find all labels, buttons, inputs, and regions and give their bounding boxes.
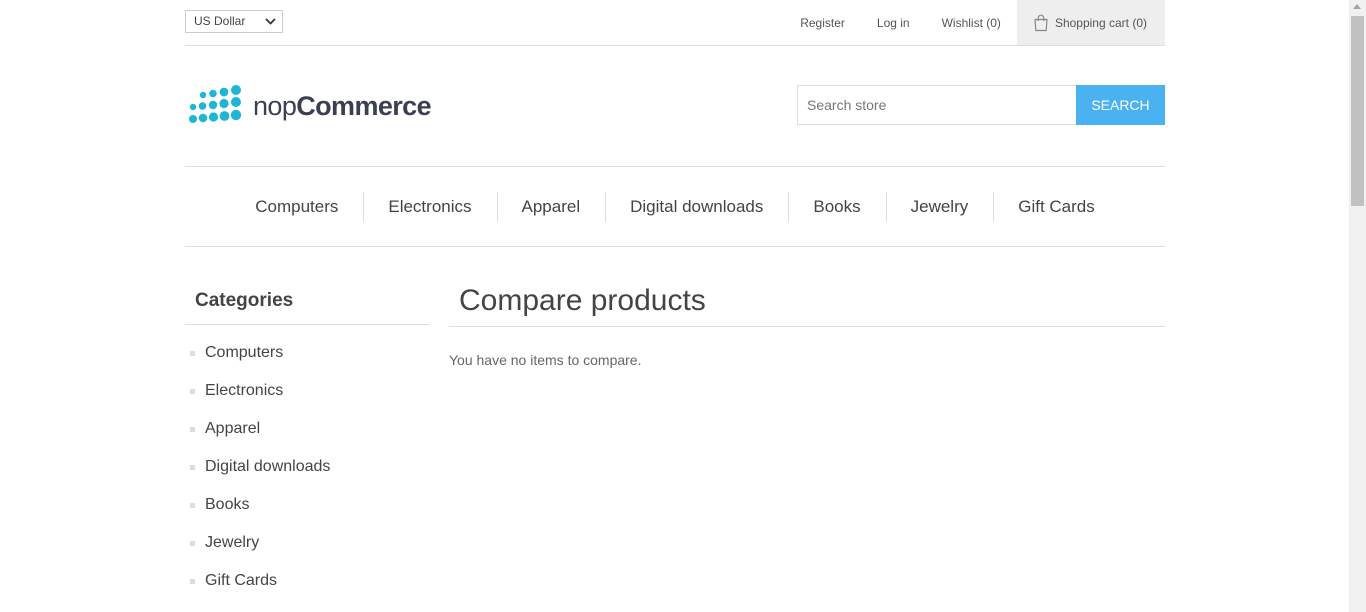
top-menu-item-gift-cards[interactable]: Gift Cards: [993, 191, 1120, 222]
store-logo[interactable]: nopCommerce: [187, 82, 437, 130]
top-menu-item-jewelry[interactable]: Jewelry: [885, 191, 994, 222]
shopping-cart-label[interactable]: Shopping cart (0): [1055, 16, 1147, 30]
category-item-electronics[interactable]: Electronics: [185, 372, 430, 410]
category-label[interactable]: Electronics: [205, 382, 283, 399]
top-menu-item-electronics[interactable]: Electronics: [363, 191, 496, 222]
register-link[interactable]: Register: [800, 16, 845, 30]
main-content: Compare products You have no items to co…: [449, 276, 1165, 368]
category-item-apparel[interactable]: Apparel: [185, 410, 430, 448]
top-menu-item-digital-downloads[interactable]: Digital downloads: [605, 191, 788, 222]
category-label[interactable]: Computers: [205, 344, 283, 361]
currency-label: US Dollar: [194, 14, 246, 28]
vertical-scrollbar[interactable]: [1349, 0, 1366, 612]
category-label[interactable]: Digital downloads: [205, 458, 330, 475]
shopping-bag-icon: [1033, 14, 1049, 32]
categories-list: Computers Electronics Apparel Digital do…: [185, 325, 430, 600]
bullet-icon: [190, 389, 195, 394]
scroll-up-arrow-icon[interactable]: [1353, 4, 1361, 9]
categories-block: Categories Computers Electronics Apparel…: [185, 276, 430, 600]
category-label[interactable]: Jewelry: [205, 534, 259, 551]
header-upper: US Dollar Register Log in Wishlist (0) S…: [185, 0, 1165, 46]
wishlist-link[interactable]: Wishlist (0): [942, 16, 1001, 30]
chevron-down-icon: [265, 11, 276, 40]
search-button[interactable]: SEARCH: [1076, 85, 1165, 125]
bullet-icon: [190, 427, 195, 432]
currency-selector[interactable]: US Dollar: [185, 10, 283, 33]
top-menu-item-books[interactable]: Books: [788, 191, 885, 222]
bullet-icon: [190, 503, 195, 508]
category-item-jewelry[interactable]: Jewelry: [185, 524, 430, 562]
category-item-gift-cards[interactable]: Gift Cards: [185, 562, 430, 600]
logo-text: nopCommerce: [253, 90, 432, 122]
bullet-icon: [190, 351, 195, 356]
page: US Dollar Register Log in Wishlist (0) S…: [185, 0, 1165, 612]
bullet-icon: [190, 465, 195, 470]
scrollbar-thumb[interactable]: [1351, 16, 1364, 206]
category-item-computers[interactable]: Computers: [185, 334, 430, 372]
page-title: Compare products: [449, 276, 1165, 327]
logo-mark-icon: [189, 85, 242, 123]
search-input[interactable]: [797, 85, 1076, 125]
search-box: SEARCH: [797, 85, 1165, 125]
category-item-books[interactable]: Books: [185, 486, 430, 524]
bullet-icon: [190, 541, 195, 546]
category-label[interactable]: Apparel: [205, 420, 260, 437]
top-menu-item-apparel[interactable]: Apparel: [496, 191, 606, 222]
logo-brand: Commerce: [296, 90, 432, 121]
empty-compare-message: You have no items to compare.: [449, 352, 642, 368]
shopping-cart-link[interactable]: Shopping cart (0): [1016, 0, 1165, 45]
top-menu: Computers Electronics Apparel Digital do…: [185, 166, 1165, 247]
category-item-digital-downloads[interactable]: Digital downloads: [185, 448, 430, 486]
header-links: Register Log in Wishlist (0) Shopping ca…: [784, 0, 1165, 45]
category-label[interactable]: Gift Cards: [205, 572, 277, 589]
login-link[interactable]: Log in: [877, 16, 910, 30]
bullet-icon: [190, 579, 195, 584]
category-label[interactable]: Books: [205, 496, 249, 513]
categories-title: Categories: [185, 276, 430, 325]
logo-prefix: nop: [253, 90, 297, 121]
top-menu-item-computers[interactable]: Computers: [230, 192, 363, 222]
